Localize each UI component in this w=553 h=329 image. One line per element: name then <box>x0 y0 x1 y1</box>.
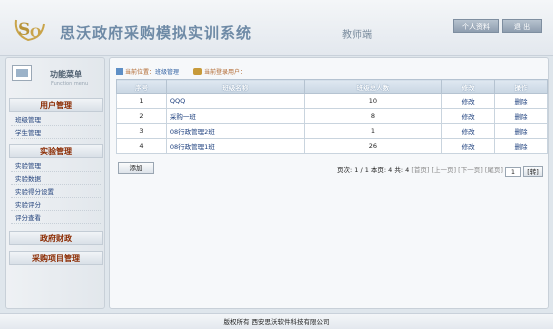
table-row: 2 采购一班 8 修改 删除 <box>116 108 548 124</box>
section-experiment-management[interactable]: 实验管理 <box>9 144 103 158</box>
col-action: 操作 <box>494 79 548 94</box>
col-edit: 修改 <box>441 79 496 94</box>
delete-link[interactable]: 删除 <box>494 108 548 124</box>
pager-prev[interactable]: [上一页] <box>432 166 457 174</box>
logout-button[interactable]: 退 出 <box>502 19 542 33</box>
class-table: 序号 班级名称 班级总人数 修改 操作 1 QQQ 10 修改 删除 2 采购一… <box>116 79 548 154</box>
role-label: 教师端 <box>342 30 372 41</box>
home-icon <box>116 68 123 75</box>
table-row: 4 08行政管理1班 26 修改 删除 <box>116 138 548 154</box>
section-procurement-projects[interactable]: 采购项目管理 <box>9 251 103 265</box>
delete-link[interactable]: 删除 <box>494 123 548 139</box>
cell-no: 1 <box>116 93 167 109</box>
breadcrumb-current[interactable]: 班级管理 <box>155 69 179 76</box>
svg-text:O: O <box>30 26 41 41</box>
logo-icon: S O <box>14 19 45 42</box>
breadcrumb: 当前位置：班级管理 当前登录用户： <box>116 67 246 76</box>
menu-subtitle: Function menu <box>51 81 89 87</box>
col-class-name: 班级名称 <box>165 79 305 94</box>
delete-link[interactable]: 删除 <box>494 93 548 109</box>
sidebar-item-score-view[interactable]: 评分查看 <box>11 212 101 224</box>
cell-no: 2 <box>116 108 167 124</box>
cell-class-name: 08行政管理2班 <box>165 123 305 139</box>
cell-class-name: QQQ <box>165 93 305 109</box>
delete-link[interactable]: 删除 <box>494 138 548 154</box>
cell-count: 8 <box>303 108 443 124</box>
section-user-management[interactable]: 用户管理 <box>9 98 103 112</box>
sidebar-item-student-management[interactable]: 学生管理 <box>11 127 101 139</box>
go-button[interactable]: [转] <box>523 166 544 177</box>
breadcrumb-prefix: 当前位置： <box>125 69 156 76</box>
pagination: 页次: 1 / 1 本页: 4 共: 4 [首页] [上一页] [下一页] [尾… <box>337 164 544 177</box>
pager-next[interactable]: [下一页] <box>458 166 483 174</box>
footer: 版权所有 西安思沃软件科技有限公司 <box>0 313 553 329</box>
sidebar-item-experiment-management[interactable]: 实验管理 <box>11 160 101 172</box>
app-header: S O 思沃政府采购模拟实训系统 教师端 个人资料 退 出 <box>0 0 553 56</box>
section-government-finance[interactable]: 政府财政 <box>9 231 103 245</box>
pager-first[interactable]: [首页] <box>411 166 429 174</box>
cell-count: 26 <box>303 138 443 154</box>
col-total-students: 班级总人数 <box>303 79 443 94</box>
menu-header: 功能菜单 Function menu <box>6 58 104 94</box>
pager-info: 页次: 1 / 1 本页: 4 共: 4 <box>337 166 410 174</box>
sidebar-item-score-settings[interactable]: 实验得分设置 <box>11 186 101 198</box>
page-number-input[interactable]: 1 <box>504 167 521 177</box>
sidebar-item-experiment-scoring[interactable]: 实验评分 <box>11 199 101 211</box>
pager-last[interactable]: [尾页] <box>485 166 503 174</box>
sidebar: 功能菜单 Function menu 用户管理 班级管理 学生管理 实验管理 实… <box>5 57 105 309</box>
cell-count: 10 <box>303 93 443 109</box>
edit-link[interactable]: 修改 <box>441 93 496 109</box>
edit-link[interactable]: 修改 <box>441 138 496 154</box>
profile-button[interactable]: 个人资料 <box>453 19 499 33</box>
svg-text:S: S <box>18 20 30 40</box>
users-icon <box>192 68 202 75</box>
table-row: 1 QQQ 10 修改 删除 <box>116 93 548 109</box>
table-row: 3 08行政管理2班 1 修改 删除 <box>116 123 548 139</box>
sidebar-item-class-management[interactable]: 班级管理 <box>11 114 101 126</box>
table-header-row: 序号 班级名称 班级总人数 修改 操作 <box>116 79 548 94</box>
edit-link[interactable]: 修改 <box>441 108 496 124</box>
menu-icon <box>12 65 32 81</box>
cell-no: 4 <box>116 138 167 154</box>
cell-class-name: 采购一班 <box>165 108 305 124</box>
cell-count: 1 <box>303 123 443 139</box>
add-button[interactable]: 添加 <box>118 162 154 174</box>
col-no: 序号 <box>116 79 167 94</box>
login-user-label: 当前登录用户： <box>203 69 246 76</box>
sidebar-item-experiment-data[interactable]: 实验数据 <box>11 173 101 185</box>
menu-title: 功能菜单 <box>50 70 82 79</box>
edit-link[interactable]: 修改 <box>441 123 496 139</box>
main-panel: 当前位置：班级管理 当前登录用户： 序号 班级名称 班级总人数 修改 操作 1 … <box>109 57 549 309</box>
cell-class-name: 08行政管理1班 <box>165 138 305 154</box>
cell-no: 3 <box>116 123 167 139</box>
app-title: 思沃政府采购模拟实训系统 <box>60 24 253 42</box>
